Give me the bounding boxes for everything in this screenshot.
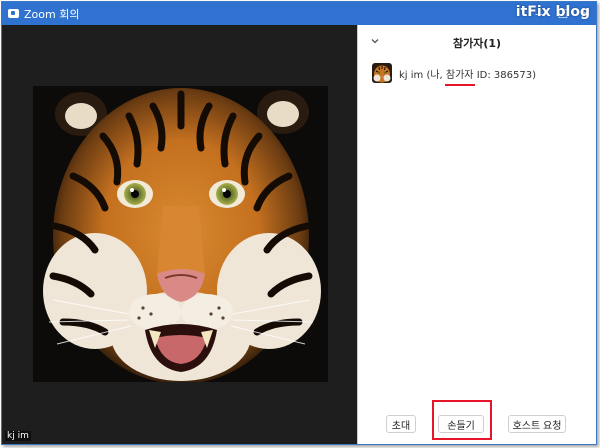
blog-watermark: itFix blog (515, 4, 590, 20)
invite-button[interactable]: 초대 (386, 415, 416, 433)
red-underline-annotation (444, 83, 475, 86)
participant-role-label: 참가자 (445, 69, 474, 81)
raise-hand-button[interactable]: 손들기 (438, 415, 484, 433)
participant-video-tiger (33, 86, 328, 382)
zoom-meeting-window: Zoom 회의 — ☐ ✕ itFix blog kj im 참가자(1) kj… (1, 1, 597, 445)
video-participant-name: kj im (5, 431, 31, 441)
participant-name: kj im (나, (399, 69, 446, 81)
participant-row[interactable]: kj im (나, 참가자 ID: 386573) (372, 63, 536, 86)
tiger-face-image (33, 86, 328, 382)
request-host-button[interactable]: 호스트 요청 (508, 415, 566, 433)
window-title: Zoom 회의 (24, 7, 80, 21)
video-area[interactable]: kj im (2, 25, 357, 444)
participant-info: kj im (나, 참가자 ID: 386573) (399, 66, 536, 86)
participants-title: 참가자(1) (452, 37, 502, 50)
participant-role: 참가자 (444, 66, 475, 86)
title-bar[interactable]: Zoom 회의 — ☐ ✕ itFix blog (2, 2, 596, 25)
zoom-app-icon (8, 9, 19, 18)
avatar (372, 63, 392, 83)
panel-header: 참가자(1) (358, 25, 596, 59)
participant-id: ID: 386573) (473, 69, 536, 81)
participants-panel: 참가자(1) kj im (나, 참가자 ID: 386573) 초대 손들기 … (358, 25, 596, 444)
